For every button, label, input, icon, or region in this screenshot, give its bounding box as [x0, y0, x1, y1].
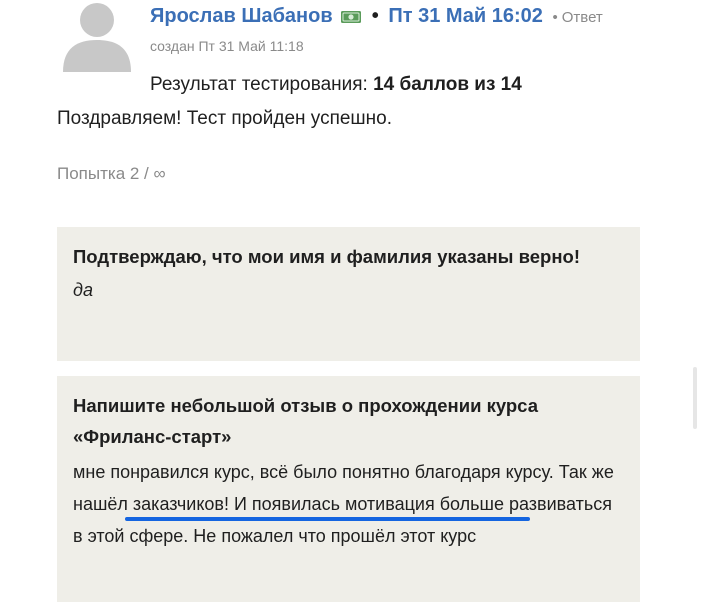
post-header: Ярослав Шабанов • Пт 31 Май 16:02 • Ответ	[150, 4, 603, 31]
header-separator: •	[371, 5, 379, 27]
user-silhouette-icon	[57, 0, 137, 72]
money-icon	[340, 7, 362, 31]
reply-dot: •	[552, 9, 558, 26]
scrollbar[interactable]	[693, 367, 697, 429]
author-name[interactable]: Ярослав Шабанов	[150, 5, 333, 27]
attempt-counter: Попытка 2 / ∞	[57, 164, 166, 183]
answer-text: да	[73, 280, 93, 300]
result-label: Результат тестирования:	[150, 74, 368, 95]
question-text: Подтверждаю, что мои имя и фамилия указа…	[73, 246, 580, 267]
answer-card: Подтверждаю, что мои имя и фамилия указа…	[57, 227, 640, 361]
highlight-underline	[125, 517, 530, 521]
result-score: 14 баллов из 14	[373, 74, 522, 95]
reply-link[interactable]: • Ответ	[552, 9, 602, 26]
answer-text: мне понравился курс, всё было понятно бл…	[73, 462, 614, 546]
avatar[interactable]	[57, 0, 137, 72]
question-text: Напишите небольшой отзыв о прохождении к…	[73, 395, 538, 447]
test-result: Результат тестирования: 14 баллов из 14	[150, 74, 522, 96]
created-timestamp: создан Пт 31 Май 11:18	[150, 38, 304, 54]
result-message: Поздравляем! Тест пройден успешно.	[57, 108, 393, 129]
answer-card: Напишите небольшой отзыв о прохождении к…	[57, 376, 640, 602]
post-page: Ярослав Шабанов • Пт 31 Май 16:02 • Ответ…	[0, 0, 701, 602]
post-date-link[interactable]: Пт 31 Май 16:02	[388, 5, 543, 27]
reply-label: Ответ	[561, 9, 603, 26]
